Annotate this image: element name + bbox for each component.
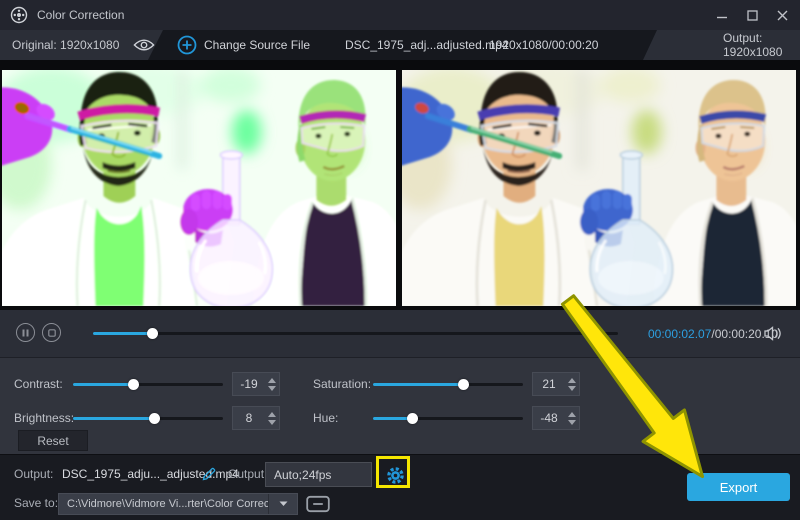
maximize-button[interactable] xyxy=(744,7,760,23)
saturation-label: Saturation: xyxy=(313,377,373,391)
video-preview-area xyxy=(0,60,800,310)
stop-button[interactable] xyxy=(42,323,61,342)
maximize-icon xyxy=(747,10,758,21)
saturation-handle[interactable] xyxy=(458,379,469,390)
brightness-value-spinner[interactable]: 8 xyxy=(232,406,280,430)
preview-eye-icon[interactable] xyxy=(133,38,155,52)
time-display: 00:00:02.07/00:00:20.10 xyxy=(648,327,778,341)
timeline-fill xyxy=(93,332,153,335)
spin-up-icon[interactable] xyxy=(568,412,576,417)
contrast-value-spinner[interactable]: -19 xyxy=(232,372,280,396)
contrast-slider[interactable] xyxy=(73,378,223,390)
close-icon xyxy=(777,10,788,21)
change-source-file-button[interactable]: Change Source File xyxy=(204,38,310,52)
hue-value: -48 xyxy=(533,411,565,425)
output-format-label: Output: xyxy=(228,467,267,481)
spin-down-icon[interactable] xyxy=(568,420,576,425)
spin-down-icon[interactable] xyxy=(268,420,276,425)
original-resolution: Original: 1920x1080 xyxy=(12,38,119,52)
window-title: Color Correction xyxy=(37,8,124,22)
close-button[interactable] xyxy=(774,7,790,23)
source-resolution-duration: 1920x1080/00:00:20 xyxy=(489,38,598,52)
dropdown-arrow-icon[interactable] xyxy=(269,501,297,507)
corrected-video-preview xyxy=(402,70,796,306)
brightness-handle[interactable] xyxy=(149,413,160,424)
saturation-slider[interactable] xyxy=(373,378,523,390)
saturation-value: 21 xyxy=(533,377,565,391)
original-info-tab: Original: 1920x1080 xyxy=(0,30,172,60)
brightness-value: 8 xyxy=(233,411,265,425)
source-filename: DSC_1975_adj...adjusted.mp4 xyxy=(345,38,508,52)
titlebar: Color Correction xyxy=(0,0,800,30)
color-correction-icon xyxy=(10,6,28,24)
saturation-value-spinner[interactable]: 21 xyxy=(532,372,580,396)
spin-up-icon[interactable] xyxy=(568,378,576,383)
browse-folder-button[interactable] xyxy=(306,494,330,514)
save-path-value: C:\Vidmore\Vidmore Vi...rter\Color Corre… xyxy=(59,498,268,510)
stop-icon xyxy=(48,329,56,337)
minimize-icon xyxy=(716,9,728,21)
add-source-icon[interactable] xyxy=(177,35,197,55)
save-to-label: Save to: xyxy=(14,496,58,510)
playback-bar: 00:00:02.07/00:00:20.10 xyxy=(0,310,800,358)
color-correction-window: Color Correction Change Source File DSC_… xyxy=(0,0,800,520)
hue-slider[interactable] xyxy=(373,412,523,424)
minimize-button[interactable] xyxy=(714,7,730,23)
output-filename-label: Output: xyxy=(14,467,53,481)
hue-handle[interactable] xyxy=(407,413,418,424)
contrast-handle[interactable] xyxy=(128,379,139,390)
spin-up-icon[interactable] xyxy=(268,412,276,417)
pause-button[interactable] xyxy=(16,323,35,342)
output-bar: Output: DSC_1975_adju..._adjusted.mp4 Ou… xyxy=(0,454,800,520)
original-video-preview xyxy=(2,70,396,306)
pause-icon xyxy=(22,329,29,337)
timeline-handle[interactable] xyxy=(147,328,158,339)
spin-down-icon[interactable] xyxy=(268,386,276,391)
gear-icon xyxy=(386,466,405,485)
spin-down-icon[interactable] xyxy=(568,386,576,391)
volume-icon[interactable] xyxy=(763,326,783,341)
save-path-dropdown[interactable]: C:\Vidmore\Vidmore Vi...rter\Color Corre… xyxy=(58,493,298,515)
brightness-label: Brightness: xyxy=(14,411,73,425)
spin-up-icon[interactable] xyxy=(268,378,276,383)
export-button[interactable]: Export xyxy=(687,473,790,501)
contrast-value: -19 xyxy=(233,377,265,391)
edit-filename-icon[interactable] xyxy=(201,466,217,482)
format-settings-button[interactable] xyxy=(382,462,408,488)
source-bar: Change Source File DSC_1975_adj...adjust… xyxy=(0,30,800,60)
output-info-tab: Output: 1920x1080 xyxy=(640,30,800,60)
current-time: 00:00:02.07 xyxy=(648,327,711,341)
contrast-label: Contrast: xyxy=(14,377,73,391)
brightness-slider[interactable] xyxy=(73,412,223,424)
hue-label: Hue: xyxy=(313,411,373,425)
reset-button[interactable]: Reset xyxy=(18,430,88,451)
output-resolution: Output: 1920x1080 xyxy=(723,31,800,59)
timeline-track xyxy=(93,332,618,335)
output-format-input[interactable] xyxy=(265,462,372,487)
hue-value-spinner[interactable]: -48 xyxy=(532,406,580,430)
adjustments-panel: Contrast: -19 Brightness: 8 Saturation: xyxy=(0,358,800,454)
timeline-slider[interactable] xyxy=(93,327,618,339)
